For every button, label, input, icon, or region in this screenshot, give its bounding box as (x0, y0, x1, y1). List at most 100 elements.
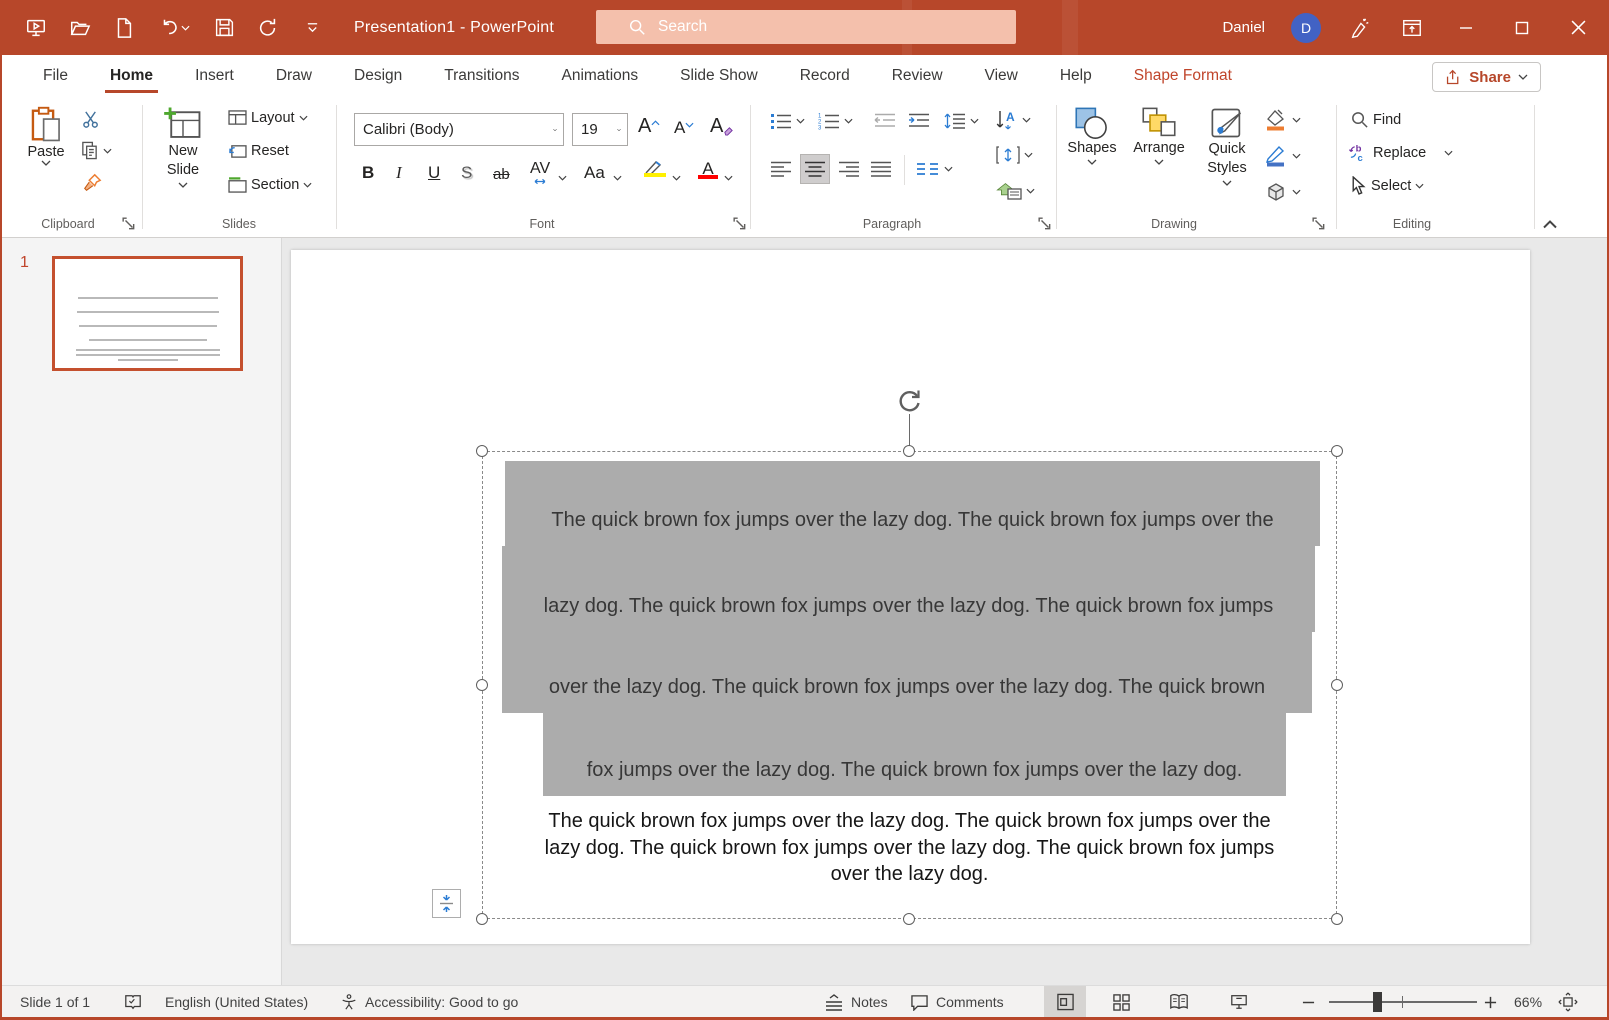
grow-font-button[interactable]: A (638, 115, 660, 138)
character-spacing-button[interactable]: AV (530, 160, 550, 185)
copy-button[interactable] (80, 141, 112, 160)
select-button[interactable]: Select (1350, 176, 1424, 195)
underline-button[interactable]: U (428, 163, 440, 183)
new-slide-button[interactable]: New Slide (154, 106, 212, 188)
new-file-button[interactable] (112, 16, 136, 40)
resize-handle-bottom-right[interactable] (1331, 913, 1343, 925)
tab-insert[interactable]: Insert (174, 57, 255, 95)
selected-text-line-3[interactable]: over the lazy dog. The quick brown fox j… (502, 632, 1312, 713)
decrease-indent-button[interactable] (874, 112, 896, 130)
zoom-slider-track[interactable] (1329, 1001, 1477, 1003)
tab-animations[interactable]: Animations (540, 57, 659, 95)
resize-handle-bottom-center[interactable] (903, 913, 915, 925)
zoom-level-indicator[interactable]: 66% (1514, 986, 1542, 1018)
font-size-select[interactable]: 19 (572, 113, 628, 146)
tab-home[interactable]: Home (89, 57, 174, 95)
shape-effects-button[interactable] (1264, 181, 1301, 203)
resize-handle-middle-left[interactable] (476, 679, 488, 691)
section-button[interactable]: Section (228, 177, 312, 193)
spellcheck-button[interactable] (124, 986, 142, 1018)
zoom-out-button[interactable] (1302, 986, 1315, 1018)
tab-record[interactable]: Record (779, 57, 871, 95)
justify-button[interactable] (870, 160, 892, 178)
numbering-button[interactable]: 123 (818, 112, 853, 130)
open-file-button[interactable] (68, 16, 92, 40)
columns-button[interactable] (916, 162, 953, 176)
tab-help[interactable]: Help (1039, 57, 1113, 95)
autofit-options-button[interactable] (432, 889, 461, 918)
selected-text-line-2[interactable]: lazy dog. The quick brown fox jumps over… (502, 546, 1315, 632)
comments-button[interactable]: Comments (910, 986, 1004, 1018)
tab-file[interactable]: File (22, 57, 89, 95)
shrink-font-button[interactable]: A (674, 118, 694, 138)
change-case-chevron-icon[interactable] (613, 175, 622, 181)
highlight-chevron-icon[interactable] (672, 175, 681, 181)
strikethrough-button[interactable]: ab (493, 166, 510, 183)
quick-styles-button[interactable]: Quick Styles (1198, 106, 1256, 186)
drawing-dialog-launcher[interactable] (1312, 217, 1326, 231)
align-right-button[interactable] (838, 160, 860, 178)
tab-draw[interactable]: Draw (255, 57, 333, 95)
zoom-in-button[interactable] (1484, 986, 1497, 1018)
fit-slide-to-window-button[interactable] (1558, 986, 1578, 1018)
bold-button[interactable]: B (362, 163, 374, 183)
italic-button[interactable]: I (396, 163, 402, 183)
tab-review[interactable]: Review (871, 57, 964, 95)
align-center-button[interactable] (800, 154, 830, 184)
resize-handle-top-right[interactable] (1331, 445, 1343, 457)
format-painter-button[interactable] (82, 173, 102, 193)
convert-smartart-button[interactable] (996, 181, 1035, 201)
whats-new-icon[interactable] (1347, 15, 1373, 41)
font-color-button[interactable]: A (696, 159, 720, 179)
align-text-button[interactable] (996, 145, 1033, 165)
resize-handle-middle-right[interactable] (1331, 679, 1343, 691)
minimize-button[interactable] (1451, 13, 1481, 43)
undo-button[interactable] (156, 16, 192, 40)
align-left-button[interactable] (770, 160, 792, 178)
bullets-button[interactable] (770, 112, 805, 130)
slide-sorter-view-button[interactable] (1100, 986, 1142, 1018)
redo-button[interactable] (256, 16, 280, 40)
notes-button[interactable]: Notes (824, 986, 888, 1018)
line-spacing-button[interactable] (944, 112, 979, 130)
selected-text-line-1[interactable]: The quick brown fox jumps over the lazy … (505, 461, 1320, 546)
textbox-paragraph-2[interactable]: The quick brown fox jumps over the lazy … (482, 808, 1337, 888)
tab-shape-format[interactable]: Shape Format (1113, 57, 1253, 95)
selected-text-line-4[interactable]: fox jumps over the lazy dog. The quick b… (543, 713, 1286, 796)
text-direction-button[interactable]: A (996, 109, 1031, 131)
share-button[interactable]: Share (1432, 62, 1541, 92)
save-button[interactable] (212, 16, 236, 40)
character-spacing-chevron-icon[interactable] (558, 175, 567, 181)
resize-handle-top-center[interactable] (903, 445, 915, 457)
resize-handle-top-left[interactable] (476, 445, 488, 457)
language-indicator[interactable]: English (United States) (165, 986, 308, 1018)
arrange-button[interactable]: Arrange (1128, 106, 1190, 165)
normal-view-button[interactable] (1044, 986, 1086, 1018)
replace-button[interactable]: bc Replace (1348, 143, 1453, 162)
reset-button[interactable]: Reset (228, 143, 289, 159)
resize-handle-bottom-left[interactable] (476, 913, 488, 925)
increase-indent-button[interactable] (908, 112, 930, 130)
tab-design[interactable]: Design (333, 57, 423, 95)
clear-formatting-button[interactable]: A (710, 115, 734, 138)
slide-thumbnail-1[interactable] (52, 256, 243, 371)
ribbon-display-options-icon[interactable] (1399, 15, 1425, 41)
tab-transitions[interactable]: Transitions (423, 57, 540, 95)
clipboard-dialog-launcher[interactable] (122, 217, 136, 231)
shape-fill-button[interactable] (1264, 109, 1301, 131)
shape-outline-button[interactable] (1264, 145, 1301, 167)
reading-view-button[interactable] (1158, 986, 1200, 1018)
cut-button[interactable] (82, 110, 101, 129)
search-input[interactable]: Search (596, 10, 1016, 44)
accessibility-indicator[interactable]: Accessibility: Good to go (340, 986, 518, 1018)
slide-indicator[interactable]: Slide 1 of 1 (20, 986, 90, 1018)
rotation-handle[interactable] (895, 386, 923, 414)
user-avatar[interactable]: D (1291, 13, 1321, 43)
font-dialog-launcher[interactable] (733, 217, 747, 231)
paste-button[interactable]: Paste (22, 106, 70, 166)
start-slideshow-button[interactable] (24, 16, 48, 40)
zoom-slider-handle[interactable] (1373, 992, 1382, 1012)
tab-view[interactable]: View (964, 57, 1039, 95)
close-button[interactable] (1563, 13, 1593, 43)
customize-qat-button[interactable] (300, 16, 324, 40)
